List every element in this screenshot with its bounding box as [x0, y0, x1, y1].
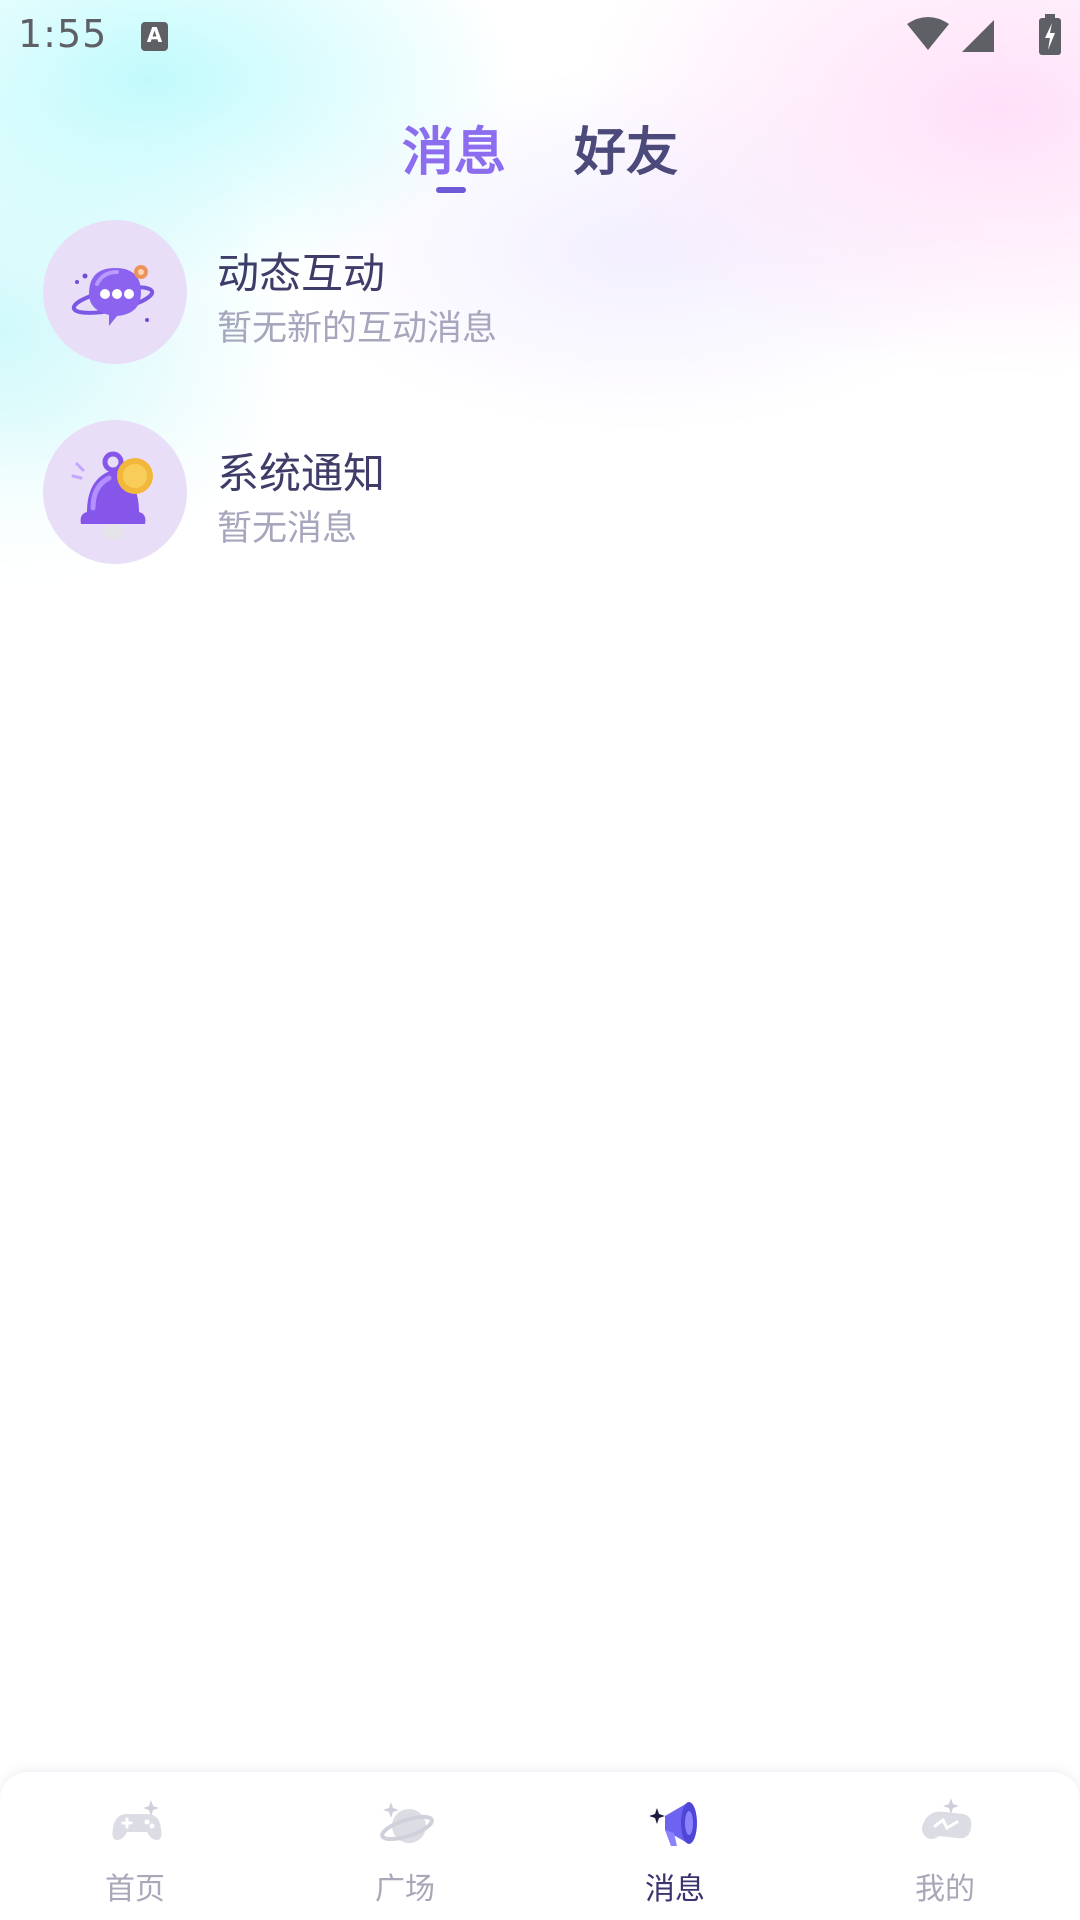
battery-charging-icon — [1039, 14, 1061, 55]
list-item-title: 动态互动 — [217, 249, 386, 298]
game-profile-icon — [922, 1798, 972, 1839]
active-tab-indicator — [436, 187, 466, 193]
notification-bell-icon — [43, 420, 187, 564]
megaphone-icon — [649, 1802, 697, 1846]
list-item-subtitle: 暂无消息 — [217, 509, 358, 549]
list-item-interactions[interactable]: 动态互动 暂无新的互动消息 — [0, 218, 1080, 368]
nav-label: 我的 — [915, 1872, 975, 1907]
list-item-subtitle: 暂无新的互动消息 — [217, 309, 498, 349]
nav-item-mine[interactable]: 我的 — [810, 1772, 1080, 1920]
top-tabs: 消息 好友 — [0, 110, 1080, 200]
status-time: 1:55 — [18, 12, 108, 56]
nav-label: 广场 — [375, 1872, 435, 1907]
status-bar: 1:55 A — [0, 0, 1080, 72]
gamepad-icon — [112, 1800, 162, 1840]
nav-item-home[interactable]: 首页 — [0, 1772, 270, 1920]
signal-icon — [962, 20, 994, 52]
list-item-system-notifications[interactable]: 系统通知 暂无消息 — [0, 418, 1080, 568]
planet-icon — [380, 1802, 434, 1843]
nav-item-plaza[interactable]: 广场 — [270, 1772, 540, 1920]
nav-label: 首页 — [105, 1872, 165, 1907]
keyboard-a-icon: A — [141, 22, 168, 51]
messages-screen: 1:55 A 消息 好友 动态互动 暂无新的互动消息 系统通知 暂无消息 首页 … — [0, 0, 1080, 1920]
chat-bubble-planet-icon — [43, 220, 187, 364]
wifi-icon — [907, 17, 949, 50]
nav-label: 消息 — [645, 1872, 705, 1907]
tab-messages[interactable]: 消息 — [402, 110, 506, 185]
list-item-title: 系统通知 — [217, 449, 386, 498]
tab-friends[interactable]: 好友 — [574, 110, 678, 185]
bottom-nav: 首页 广场 消息 我的 — [0, 1772, 1080, 1920]
nav-item-messages[interactable]: 消息 — [540, 1772, 810, 1920]
